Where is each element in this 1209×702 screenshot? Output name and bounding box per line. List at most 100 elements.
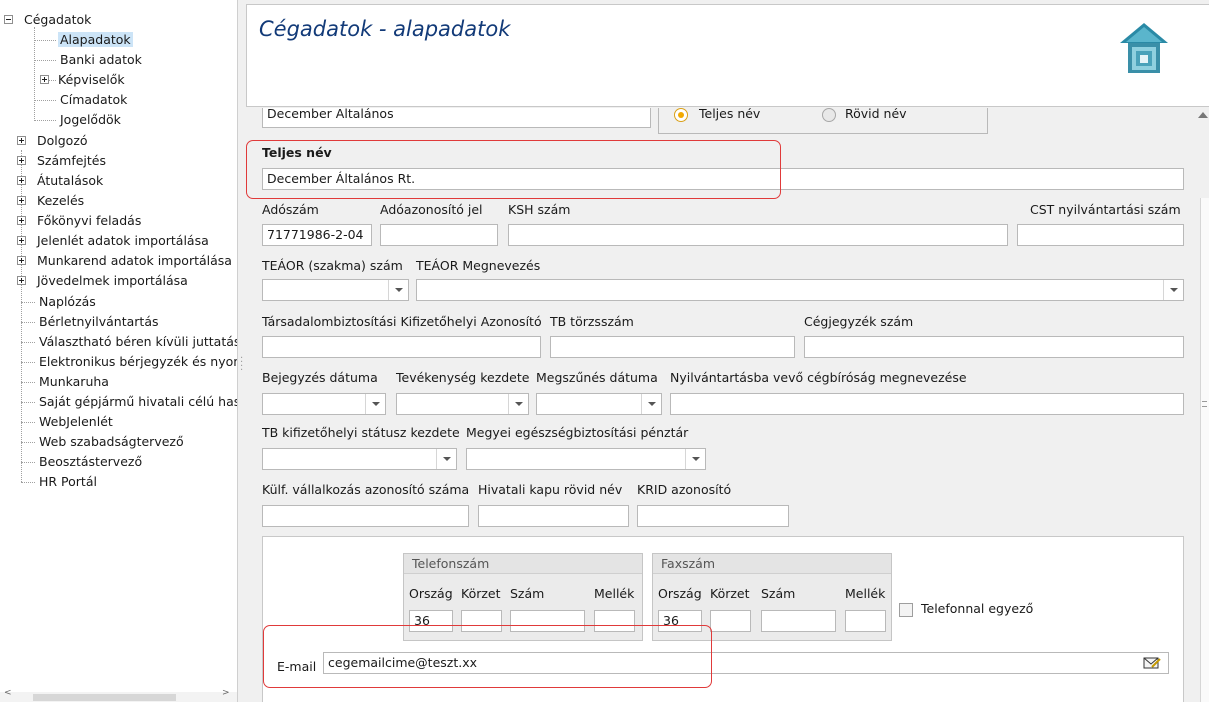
chevron-down-icon[interactable]: [1163, 280, 1183, 300]
scroll-right-icon[interactable]: >: [222, 688, 230, 698]
tree-item-hr-portal[interactable]: HR Portál: [37, 472, 99, 492]
tree-line: [21, 342, 35, 343]
expand-icon[interactable]: [40, 75, 49, 84]
fax-number-field[interactable]: [761, 610, 836, 632]
registration-date-picker[interactable]: [262, 393, 386, 415]
short-name-radio[interactable]: [822, 108, 836, 122]
tax-number-field[interactable]: 71771986-2-04: [262, 224, 372, 246]
expand-icon[interactable]: [17, 196, 26, 205]
phone-country-label: Ország: [409, 586, 453, 601]
court-label: Nyilvántartásba vevő cégbíróság megnevez…: [670, 370, 967, 385]
tb-register-label: TB törzsszám: [550, 314, 634, 329]
expand-icon[interactable]: [17, 276, 26, 285]
expand-icon[interactable]: [17, 156, 26, 165]
tree-horizontal-scrollbar[interactable]: < >: [0, 688, 237, 702]
fax-extension-field[interactable]: [845, 610, 886, 632]
tree-item-label: Átutalások: [37, 173, 104, 188]
tb-status-label: TB kifizetőhelyi státusz kezdete: [262, 425, 460, 440]
form-vertical-scrollbar[interactable]: [1197, 108, 1209, 702]
company-register-field[interactable]: [804, 336, 1184, 358]
expand-icon[interactable]: [17, 256, 26, 265]
teaor-code-select[interactable]: [262, 279, 409, 301]
short-name-field[interactable]: December Általános: [262, 108, 651, 128]
tree-item-web-szabadsagtervezo[interactable]: Web szabadságtervező: [37, 432, 186, 452]
tree-item-berletnyilvantartas[interactable]: Bérletnyilvántartás: [37, 312, 161, 332]
tree-item-label: Alapadatok: [58, 32, 133, 47]
tree-item-kezeles[interactable]: Kezelés: [17, 191, 86, 211]
splitter[interactable]: · · · ·: [238, 0, 246, 702]
fax-area-field[interactable]: [710, 610, 751, 632]
scrollbar-track[interactable]: [1200, 198, 1209, 702]
tree-item-munkarend-import[interactable]: Munkarend adatok importálása: [17, 251, 234, 271]
tree-line: [21, 442, 35, 443]
tree-item-naplozas[interactable]: Naplózás: [37, 292, 98, 312]
tree-line: [34, 120, 56, 121]
tree-item-alapadatok[interactable]: Alapadatok: [58, 30, 133, 50]
fax-country-label: Ország: [658, 586, 702, 601]
same-as-phone-checkbox[interactable]: [899, 603, 913, 617]
tree-line: [21, 362, 35, 363]
full-name-radio[interactable]: [674, 108, 688, 122]
activity-start-picker[interactable]: [396, 393, 529, 415]
scrollbar-thumb[interactable]: [33, 694, 176, 701]
tree-item-fokonyvi-feladas[interactable]: Főkönyvi feladás: [17, 211, 143, 231]
tax-id-field[interactable]: [380, 224, 498, 246]
tree-item-label: WebJelenlét: [39, 414, 113, 429]
fax-group-caption: Faxszám: [653, 554, 891, 574]
tree-item-cegadatok[interactable]: Cégadatok: [4, 10, 93, 30]
social-security-field[interactable]: [262, 336, 541, 358]
termination-date-picker[interactable]: [536, 393, 662, 415]
scroll-left-icon[interactable]: <: [4, 688, 12, 698]
tree-item-elektronikus-berjegyzek[interactable]: Elektronikus bérjegyzék és nyomtatás: [37, 352, 237, 372]
tree-item-label: Dolgozó: [37, 133, 88, 148]
tree-item-banki-adatok[interactable]: Banki adatok: [58, 50, 144, 70]
tree-item-webjelenlet[interactable]: WebJelenlét: [37, 412, 115, 432]
collapse-icon[interactable]: [4, 15, 13, 24]
tree-item-jovedelmek-import[interactable]: Jövedelmek importálása: [17, 271, 190, 291]
tb-status-picker[interactable]: [262, 448, 457, 470]
social-security-label: Társadalombiztosítási Kifizetőhelyi Azon…: [262, 314, 542, 329]
tree-item-szamfejtes[interactable]: Számfejtés: [17, 151, 108, 171]
tree-item-jelenlet-import[interactable]: Jelenlét adatok importálása: [17, 231, 211, 251]
registration-date-label: Bejegyzés dátuma: [262, 370, 378, 385]
tree-item-atutalasok[interactable]: Átutalások: [17, 171, 105, 191]
tree-line: [21, 482, 35, 483]
scroll-up-icon[interactable]: [1198, 112, 1208, 118]
chevron-down-icon[interactable]: [508, 394, 528, 414]
tree-item-jogelodok[interactable]: Jogelődök: [58, 110, 123, 130]
chevron-down-icon[interactable]: [365, 394, 385, 414]
tree-item-dolgozo[interactable]: Dolgozó: [17, 131, 90, 151]
short-name-radio-label: Rövid név: [845, 108, 907, 121]
tree-line: [21, 402, 35, 403]
phone-group-caption: Telefonszám: [404, 554, 642, 574]
expand-icon[interactable]: [17, 216, 26, 225]
tree-item-valaszthato-juttatas[interactable]: Választható béren kívüli juttatás: [37, 332, 237, 352]
expand-icon[interactable]: [17, 136, 26, 145]
expand-icon[interactable]: [17, 236, 26, 245]
court-field[interactable]: [670, 393, 1184, 415]
ksh-field[interactable]: [508, 224, 1008, 246]
tree-item-kepviselok[interactable]: Képviselők: [40, 70, 127, 90]
tree-line: [34, 40, 56, 41]
chevron-down-icon[interactable]: [685, 449, 705, 469]
tree-item-sajat-gepjarmu[interactable]: Saját gépjármű hivatali célú használata: [37, 392, 237, 412]
health-fund-select[interactable]: [466, 448, 706, 470]
splitter-grip-icon: · · · ·: [240, 353, 244, 376]
chevron-down-icon[interactable]: [641, 394, 661, 414]
foreign-id-field[interactable]: [262, 505, 469, 527]
krid-field[interactable]: [637, 505, 789, 527]
office-gate-label: Hivatali kapu rövid név: [478, 482, 623, 497]
tb-register-field[interactable]: [550, 336, 795, 358]
fax-number-label: Szám: [761, 586, 796, 601]
chevron-down-icon[interactable]: [436, 449, 456, 469]
tree-item-munkaruha[interactable]: Munkaruha: [37, 372, 111, 392]
tree-item-cimadatok[interactable]: Címadatok: [58, 90, 129, 110]
tree-line: [21, 462, 35, 463]
chevron-down-icon[interactable]: [388, 280, 408, 300]
envelope-pen-icon[interactable]: [1143, 655, 1161, 671]
teaor-name-select[interactable]: [416, 279, 1184, 301]
tree-item-beosztastervezo[interactable]: Beosztástervező: [37, 452, 144, 472]
cst-field[interactable]: [1017, 224, 1184, 246]
office-gate-field[interactable]: [478, 505, 629, 527]
expand-icon[interactable]: [17, 176, 26, 185]
